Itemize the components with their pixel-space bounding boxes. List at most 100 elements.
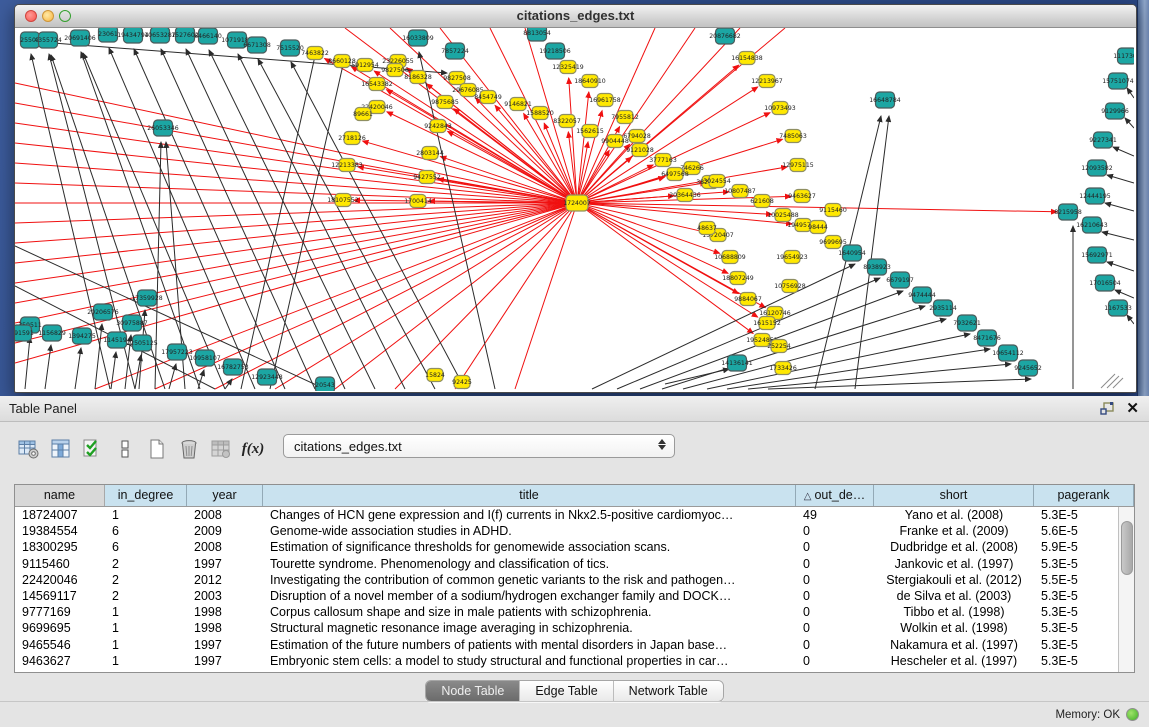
node-label: 10756928	[774, 283, 806, 290]
node-label: 1700414	[404, 198, 432, 205]
node-label: 1640954	[838, 250, 866, 257]
table-panel-header: Table Panel ✕	[0, 396, 1149, 422]
node-label: 1394275	[68, 333, 96, 340]
table-row[interactable]: 1456911722003Disruption of a novel membe…	[15, 588, 1134, 604]
citation-edge-black	[1125, 118, 1134, 128]
table-cell: 1	[105, 604, 187, 620]
table-cell: 18724007	[15, 507, 105, 523]
table-select-value: citations_edges.txt	[294, 439, 402, 454]
table-tabs-bar: Node TableEdge TableNetwork Table	[0, 680, 1149, 702]
column-header-in_degree[interactable]: in_degree	[105, 485, 187, 506]
select-columns-button[interactable]	[80, 436, 106, 462]
table-row[interactable]: 946362711997Embryonic stem cells: a mode…	[15, 653, 1134, 669]
show-column-button[interactable]	[48, 436, 74, 462]
function-builder-button[interactable]: f(x)	[240, 436, 266, 462]
tab-network-table[interactable]: Network Table	[614, 681, 723, 701]
node-label: 6794028	[623, 133, 651, 140]
node-label: 7485063	[779, 133, 807, 140]
column-header-pagerank[interactable]: pagerank	[1034, 485, 1134, 506]
citation-edge-black	[45, 345, 51, 389]
create-table-button[interactable]	[144, 436, 170, 462]
table-cell: Hescheler et al. (1997)	[874, 653, 1034, 669]
node-label: 1615152	[753, 320, 781, 327]
node-label: 2803144	[416, 150, 444, 157]
table-cell: 2	[105, 588, 187, 604]
table-row[interactable]: 969969511998Structural magnetic resonanc…	[15, 620, 1134, 636]
citation-edge-red	[455, 203, 577, 389]
column-header-year[interactable]: year	[187, 485, 263, 506]
citation-edge-black	[169, 364, 176, 389]
column-header-name[interactable]: name	[15, 485, 105, 506]
node-label: 9875685	[431, 99, 459, 106]
node-label: 6497568	[661, 171, 689, 178]
node-label: 12213967	[751, 78, 783, 85]
tab-edge-table[interactable]: Edge Table	[520, 681, 613, 701]
table-row[interactable]: 1872400712008Changes of HCN gene express…	[15, 507, 1134, 523]
table-row[interactable]: 1830029562008Estimation of significance …	[15, 539, 1134, 555]
node-label: 16961758	[589, 97, 621, 104]
delete-table-button[interactable]	[176, 436, 202, 462]
citation-edge-red	[515, 203, 577, 389]
column-header-title[interactable]: title	[263, 485, 796, 506]
table-row[interactable]: 946554611997Estimation of the future num…	[15, 637, 1134, 653]
citation-edge-black	[1105, 203, 1134, 211]
table-cell: 9465546	[15, 637, 105, 653]
node-label: 1156829	[38, 330, 66, 337]
table-cell: 9699695	[15, 620, 105, 636]
table-mode-button[interactable]	[16, 436, 42, 462]
node-label: 9227341	[1089, 137, 1117, 144]
node-label: 7515520	[276, 45, 304, 52]
node-label: 15824	[425, 372, 445, 379]
column-header-out_degree[interactable]: △out_de…	[796, 485, 874, 506]
node-label: 29676085	[452, 87, 484, 94]
table-cell: 1	[105, 507, 187, 523]
table-cell: 0	[796, 572, 874, 588]
node-label: 7932621	[953, 320, 981, 327]
table-cell: Jankovic et al. (1997)	[874, 556, 1034, 572]
dropdown-arrows-icon	[658, 439, 666, 450]
table-select-dropdown[interactable]: citations_edges.txt	[283, 434, 675, 458]
table-cell: 2012	[187, 572, 263, 588]
citation-edge-black	[662, 306, 925, 389]
node-label: 9474444	[908, 292, 936, 299]
node-label: 20364436	[669, 192, 701, 199]
citation-edge-black	[225, 379, 232, 389]
node-label: 16782753	[217, 364, 249, 371]
table-row[interactable]: 977716911998Corpus callosum shape and si…	[15, 604, 1134, 620]
table-row[interactable]: 2242004622012Investigating the contribut…	[15, 572, 1134, 588]
window-titlebar[interactable]: citations_edges.txt	[15, 5, 1136, 28]
node-label: 6671308	[243, 42, 271, 49]
memory-status-label: Memory: OK	[1055, 709, 1120, 721]
node-label: 9463627	[788, 193, 816, 200]
citation-edge-red	[15, 203, 577, 303]
table-column-icon	[50, 438, 72, 460]
network-canvas[interactable]: 2550343557242069140623061194347941065328…	[15, 28, 1134, 391]
scrollbar-thumb[interactable]	[1121, 521, 1133, 575]
network-view-window: citations_edges.txt 25503435572420691406…	[14, 4, 1137, 393]
node-label: 8938923	[863, 264, 891, 271]
row-height-button[interactable]	[112, 436, 138, 462]
node-label: 9427552	[413, 174, 441, 181]
memory-ok-indicator	[1126, 708, 1139, 721]
import-table-button[interactable]	[208, 436, 234, 462]
table-cell: Tourette syndrome. Phenomenology and cla…	[263, 556, 796, 572]
tab-node-table[interactable]: Node Table	[426, 681, 520, 701]
float-panel-icon[interactable]	[1100, 402, 1115, 415]
table-cell: 9463627	[15, 653, 105, 669]
node-label: 9129966	[1101, 108, 1129, 115]
citation-network-graph[interactable]: 2550343557242069140623061194347941065328…	[15, 28, 1134, 391]
citation-edge-black	[75, 348, 81, 389]
node-label: 7857224	[441, 48, 469, 55]
node-label: 10807487	[724, 188, 756, 195]
table-cell: 1997	[187, 556, 263, 572]
citation-edge-red	[335, 203, 577, 389]
citation-edge-red	[363, 141, 577, 203]
column-header-short[interactable]: short	[874, 485, 1034, 506]
close-panel-icon[interactable]: ✕	[1126, 401, 1139, 416]
table-cell: 19384554	[15, 523, 105, 539]
vertical-scrollbar[interactable]	[1118, 507, 1134, 672]
node-label: 8454749	[474, 94, 502, 101]
table-row[interactable]: 1938455462009Genome-wide association stu…	[15, 523, 1134, 539]
table-row[interactable]: 911546021997Tourette syndrome. Phenomeno…	[15, 556, 1134, 572]
table-cell: 22420046	[15, 572, 105, 588]
